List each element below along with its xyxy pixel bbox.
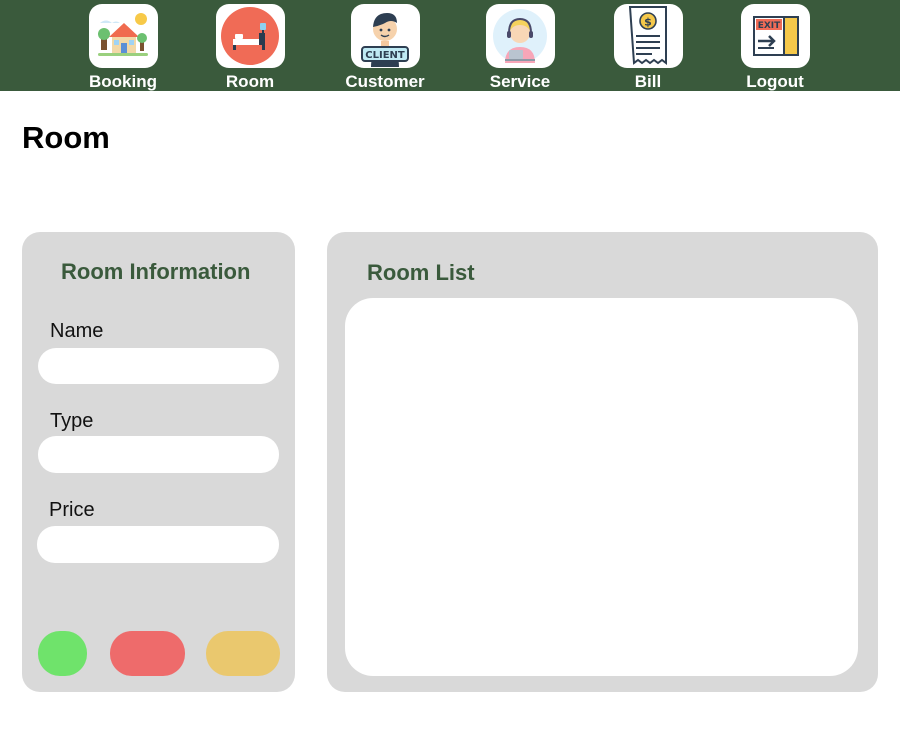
nav-label-customer: Customer (345, 72, 425, 91)
exit-icon: EXIT (740, 4, 810, 68)
type-label: Type (50, 410, 94, 432)
nav-label-logout: Logout (746, 72, 804, 91)
nav-item-room[interactable]: Room (195, 4, 305, 91)
top-nav-bar: Booking Room CLIENT Customer Service $ B… (0, 0, 900, 91)
nav-item-service[interactable]: Service (465, 4, 575, 91)
page-title: Room (22, 120, 110, 155)
room-information-panel: Room Information Name Type Price (22, 232, 295, 692)
nav-item-customer[interactable]: CLIENT Customer (330, 4, 440, 91)
name-input[interactable] (38, 348, 279, 384)
update-button[interactable] (206, 631, 280, 676)
delete-button[interactable] (110, 631, 185, 676)
svg-text:$: $ (644, 16, 652, 29)
nav-label-booking: Booking (89, 72, 157, 91)
svg-text:CLIENT: CLIENT (365, 50, 405, 61)
price-input[interactable] (37, 526, 279, 563)
room-list-panel: Room List (327, 232, 878, 692)
nav-label-service: Service (489, 72, 551, 91)
svg-text:EXIT: EXIT (758, 21, 781, 31)
room-list-title: Room List (367, 260, 475, 285)
nav-label-room: Room (225, 72, 275, 91)
nav-item-booking[interactable]: Booking (68, 4, 178, 91)
room-list[interactable] (345, 298, 858, 676)
type-input[interactable] (38, 436, 279, 473)
receipt-icon: $ (613, 4, 683, 68)
nav-item-logout[interactable]: EXIT Logout (720, 4, 830, 91)
bed-icon (215, 4, 285, 68)
add-button[interactable] (38, 631, 87, 676)
room-information-title: Room Information (61, 259, 251, 284)
price-label: Price (49, 499, 95, 521)
nav-item-bill[interactable]: $ Bill (593, 4, 703, 91)
nav-label-bill: Bill (634, 72, 662, 91)
support-agent-icon (485, 4, 555, 68)
house-icon (88, 4, 158, 68)
name-label: Name (50, 320, 104, 342)
client-icon: CLIENT (350, 4, 420, 68)
